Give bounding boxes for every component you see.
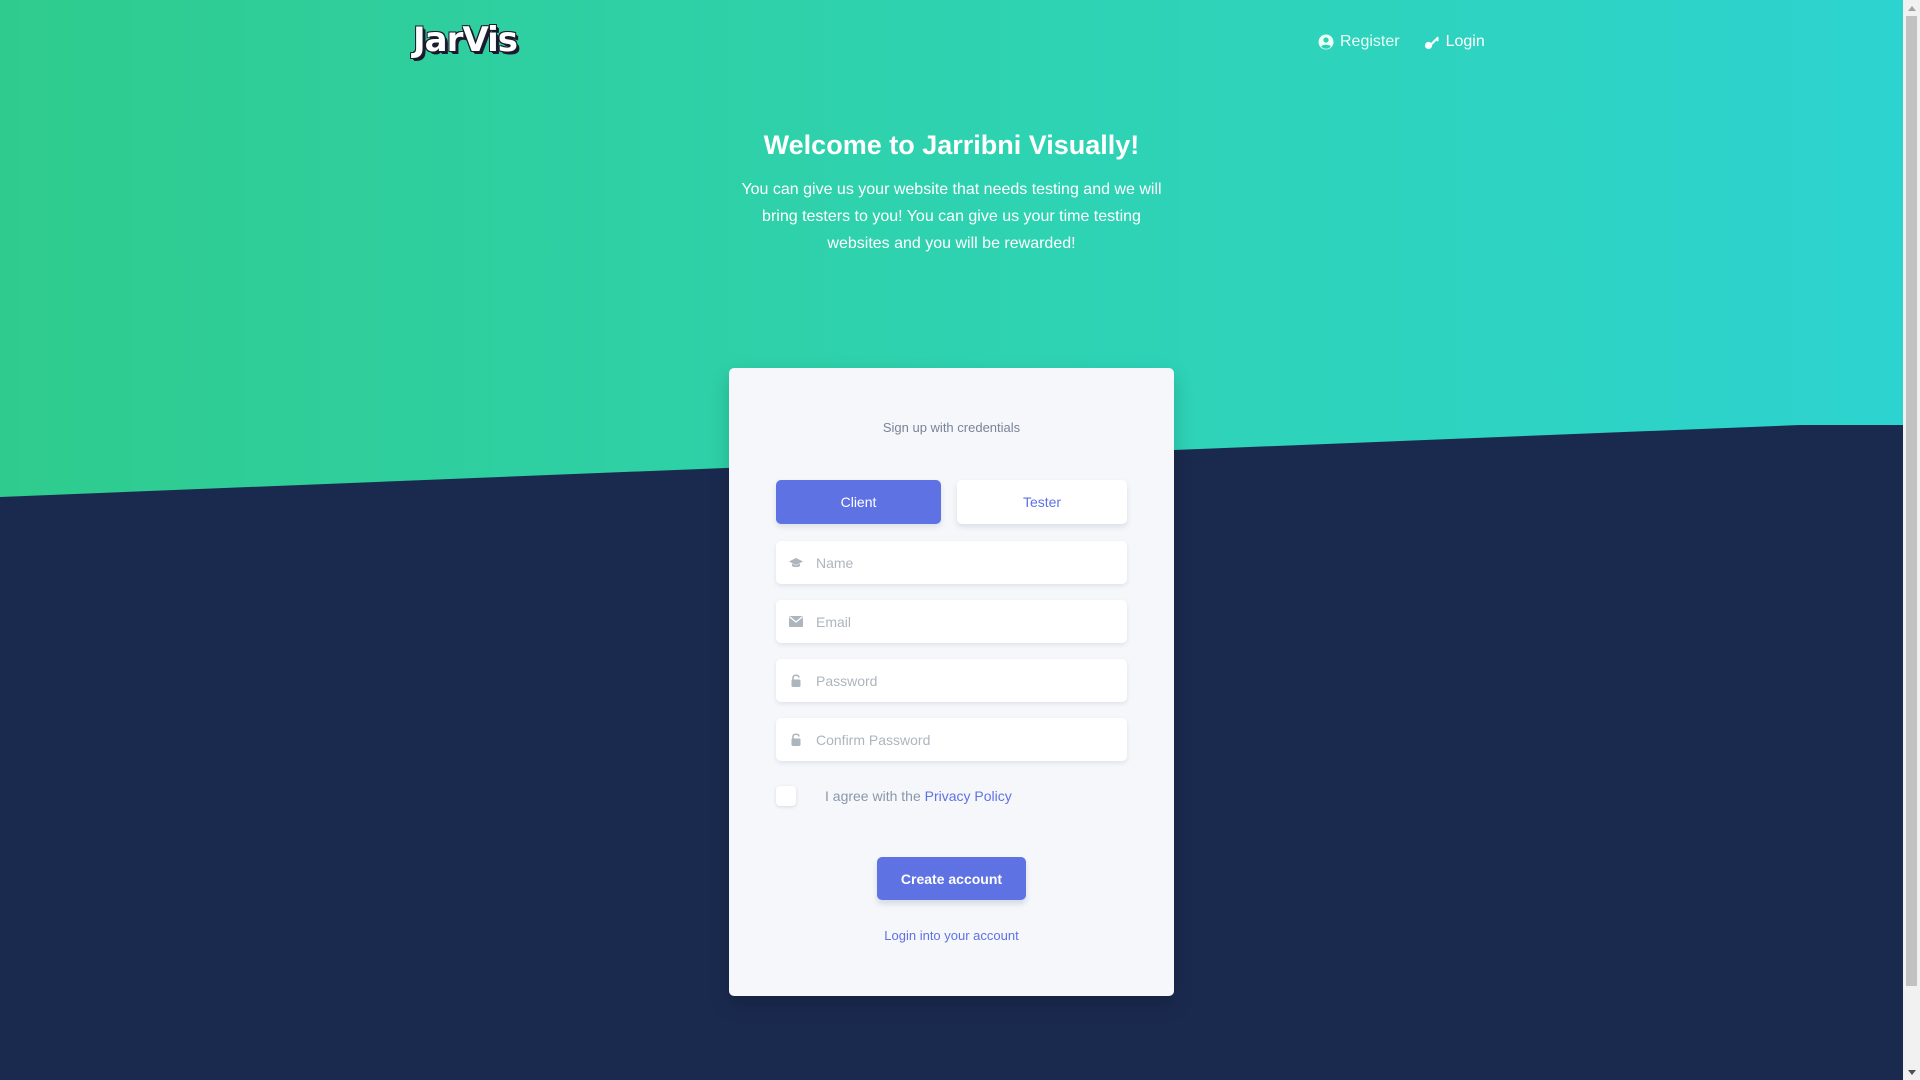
name-input[interactable] <box>816 542 1106 583</box>
scroll-up-icon[interactable] <box>1903 0 1920 16</box>
confirm-password-input[interactable] <box>816 719 1106 760</box>
privacy-agreement: I agree with the Privacy Policy <box>776 786 1012 806</box>
logo[interactable]: JarVis <box>413 20 518 60</box>
agree-checkbox[interactable] <box>776 786 796 806</box>
scroll-thumb[interactable] <box>1906 16 1917 986</box>
password-field <box>776 659 1127 702</box>
login-link[interactable]: Login <box>1424 33 1485 51</box>
hero-subtitle: You can give us your website that needs … <box>741 181 1162 252</box>
hero-title: Welcome to Jarribni Visually! <box>763 130 1140 160</box>
agree-label: I agree with the Privacy Policy <box>825 788 1012 804</box>
email-field <box>776 600 1127 643</box>
vertical-scrollbar[interactable] <box>1903 0 1920 1080</box>
page: JarVis Register Login Welcome to Jarribn… <box>0 0 1903 1080</box>
lock-icon <box>776 733 816 746</box>
confirm-password-field <box>776 718 1127 761</box>
user-circle-icon <box>1318 34 1334 50</box>
create-account-button[interactable]: Create account <box>877 857 1026 900</box>
login-account-link[interactable]: Login into your account <box>729 928 1174 943</box>
scroll-down-icon[interactable] <box>1903 1064 1920 1080</box>
card-heading: Sign up with credentials <box>882 420 1021 435</box>
signup-card: Sign up with credentials Client Tester N… <box>729 368 1174 996</box>
password-input[interactable] <box>816 660 1106 701</box>
key-icon <box>1424 36 1439 50</box>
graduation-cap-icon <box>776 557 816 569</box>
register-link[interactable]: Register <box>1318 33 1400 51</box>
client-role-button[interactable]: Client <box>776 480 941 524</box>
tester-role-button[interactable]: Tester <box>957 480 1127 524</box>
nav-links: Register Login <box>1318 33 1485 51</box>
lock-icon <box>776 674 816 687</box>
agree-text: I agree with the <box>825 788 925 804</box>
name-field <box>776 541 1127 584</box>
navbar: JarVis Register Login <box>0 0 1903 88</box>
privacy-policy-link[interactable]: Privacy Policy <box>925 788 1012 804</box>
register-label: Register <box>1340 33 1400 50</box>
email-input[interactable] <box>816 601 1106 642</box>
envelope-icon <box>776 616 816 627</box>
login-label: Login <box>1445 33 1485 50</box>
